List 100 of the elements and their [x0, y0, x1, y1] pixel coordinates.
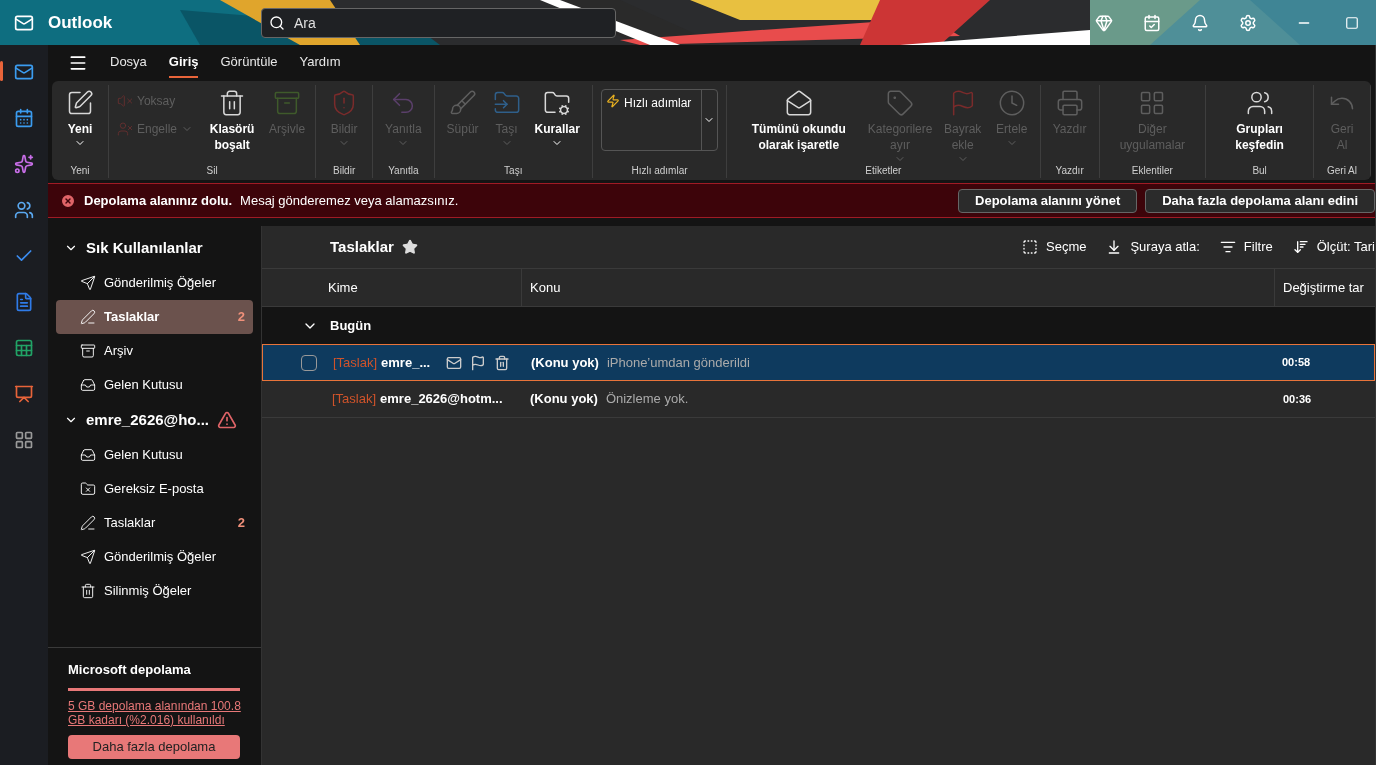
- ribbon-button[interactable]: Yeni: [60, 85, 100, 149]
- unread-count: 2: [237, 514, 245, 533]
- filter-icon: [1219, 239, 1236, 255]
- trash-icon: [80, 583, 96, 599]
- folder-item[interactable]: Taslaklar 2: [56, 506, 253, 540]
- message-row[interactable]: [Taslak] emre_... (Konu yok) iPhone’umdan gönderildi 00:58: [262, 344, 1375, 381]
- app-title: Outlook: [48, 11, 114, 34]
- folder-label: Taslaklar: [104, 514, 156, 533]
- ribbon-group-label: Bildir: [333, 164, 356, 178]
- folder-label: Gönderilmiş Öğeler: [104, 548, 216, 567]
- toolbar-button[interactable]: Seçme: [1022, 237, 1087, 257]
- folder-label: Gelen Kutusu: [104, 376, 183, 395]
- archive-icon: [80, 343, 96, 359]
- subject: (Konu yok): [531, 353, 599, 372]
- block-user-icon: [117, 121, 133, 137]
- ribbon-group-label: Sil: [206, 164, 218, 178]
- folder-item[interactable]: Gelen Kutusu: [56, 368, 253, 402]
- ribbon-group-label: Yazdır: [1055, 164, 1084, 178]
- star-icon[interactable]: [401, 239, 418, 255]
- menu-tab[interactable]: Görüntüle: [220, 48, 278, 78]
- toolbar-button[interactable]: Şuraya atla:: [1106, 237, 1200, 257]
- draft-tag: [Taslak]: [332, 389, 377, 409]
- toolbar-button[interactable]: Filtre: [1219, 237, 1273, 257]
- column-header[interactable]: Konu: [522, 269, 1275, 306]
- ribbon-group-label: Yeni: [70, 164, 90, 178]
- alert-action-button[interactable]: Depolama alanını yönet: [958, 188, 1138, 213]
- time: 00:36: [1282, 391, 1313, 407]
- storage-usage-link[interactable]: 5 GB depolama alanından 100.8 GB kadarı (%2.016) kullanıldı: [68, 698, 243, 727]
- ribbon-group-label: Hızlı adımlar: [631, 164, 688, 178]
- sort-icon: [1292, 239, 1309, 255]
- search-icon: [269, 14, 285, 31]
- error-icon: [60, 192, 76, 209]
- menu-tab[interactable]: Giriş: [168, 48, 199, 78]
- quick-steps-gallery[interactable]: Hızlı adımlar: [600, 89, 718, 151]
- mail-icon[interactable]: [446, 354, 463, 371]
- trash-icon[interactable]: [494, 354, 511, 371]
- menu-tab[interactable]: Dosya: [110, 48, 147, 78]
- ribbon-group-label: Yanıtla: [388, 164, 419, 178]
- flag-icon[interactable]: [470, 354, 487, 371]
- time: 00:58: [1281, 355, 1312, 371]
- ribbon-button[interactable]: Grupları keşfedin: [1214, 85, 1305, 153]
- folder-item[interactable]: Silinmiş Öğeler: [56, 574, 253, 608]
- open-mail-icon: [784, 89, 813, 117]
- people-icon: [1245, 89, 1274, 117]
- folder-label: Taslaklar: [104, 308, 160, 327]
- preview: Önizleme yok.: [605, 390, 689, 409]
- folder-item[interactable]: Gereksiz E-posta: [56, 472, 253, 506]
- alert-message: Mesaj gönderemez veya alamazsınız.: [240, 191, 459, 210]
- ribbon-button[interactable]: Tümünü okundu olarak işaretle: [734, 85, 863, 153]
- lightning-icon: [605, 94, 620, 108]
- ribbon-button[interactable]: Kurallar: [530, 85, 584, 149]
- menu-icon[interactable]: [68, 53, 88, 73]
- storage-upgrade-button[interactable]: Daha fazla depolama: [68, 734, 240, 759]
- section-title[interactable]: Sık Kullanılanlar: [86, 236, 203, 260]
- toolbar-button[interactable]: Ölçüt: Tari: [1292, 237, 1375, 257]
- recipient: emre_...: [381, 353, 431, 372]
- compose-icon: [66, 89, 94, 117]
- draft-tag: [Taslak]: [333, 352, 378, 373]
- section-title[interactable]: emre_2626@ho...: [86, 408, 210, 432]
- message-row[interactable]: [Taslak] emre_2626@hotm... (Konu yok) Önizleme yok. 00:36: [262, 381, 1375, 418]
- tag-icon: [886, 89, 915, 117]
- archive-icon: [273, 89, 302, 117]
- ribbon-group-label: Eklentiler: [1131, 164, 1173, 178]
- group-header: Bugün: [330, 316, 372, 335]
- folder-blocked-icon: [80, 481, 96, 497]
- select-icon: [1022, 239, 1038, 255]
- broom-icon: [448, 89, 477, 117]
- send-icon: [80, 275, 96, 291]
- alert-title: Depolama alanınız dolu.: [84, 191, 233, 210]
- printer-icon: [1055, 89, 1084, 117]
- pencil-icon: [80, 309, 96, 325]
- mute-icon: [117, 93, 133, 109]
- list-title: Taslaklar: [330, 236, 394, 257]
- ribbon-group-label: Taşı: [504, 164, 523, 178]
- subject: (Konu yok): [530, 390, 598, 409]
- folder-label: Gönderilmiş Öğeler: [104, 274, 216, 293]
- storage-title: Microsoft depolama: [68, 661, 192, 679]
- folder-item[interactable]: Taslaklar 2: [56, 300, 253, 334]
- row-checkbox[interactable]: [301, 354, 317, 371]
- folder-label: Silinmiş Öğeler: [104, 582, 192, 601]
- quick-step-button[interactable]: Hızlı adımlar: [601, 90, 701, 150]
- menu-tab[interactable]: Yardım: [299, 48, 341, 78]
- folder-item[interactable]: Gönderilmiş Öğeler: [56, 540, 253, 574]
- ribbon-button[interactable]: Klasörü boşalt: [201, 85, 264, 153]
- column-header[interactable]: Değiştirme tar: [1275, 269, 1375, 306]
- inbox-icon: [80, 377, 96, 393]
- pencil-icon: [80, 515, 96, 531]
- unread-count: 2: [237, 308, 245, 327]
- ribbon-group-label: Bul: [1252, 164, 1267, 178]
- folder-item[interactable]: Gelen Kutusu: [56, 438, 253, 472]
- folder-item[interactable]: Arşiv: [56, 334, 253, 368]
- ribbon-group-label: Geri Al: [1327, 164, 1357, 178]
- search-field[interactable]: Ara: [261, 7, 616, 38]
- ribbon-group-label: Etiketler: [865, 164, 902, 178]
- alert-action-button[interactable]: Daha fazla depolama alanı edini: [1145, 188, 1375, 213]
- folder-item[interactable]: Gönderilmiş Öğeler: [56, 266, 253, 300]
- clock-icon: [997, 89, 1026, 117]
- folder-label: Arşiv: [104, 342, 133, 361]
- column-header[interactable]: Kime: [262, 269, 522, 306]
- recipient: emre_2626@hotm...: [380, 390, 503, 409]
